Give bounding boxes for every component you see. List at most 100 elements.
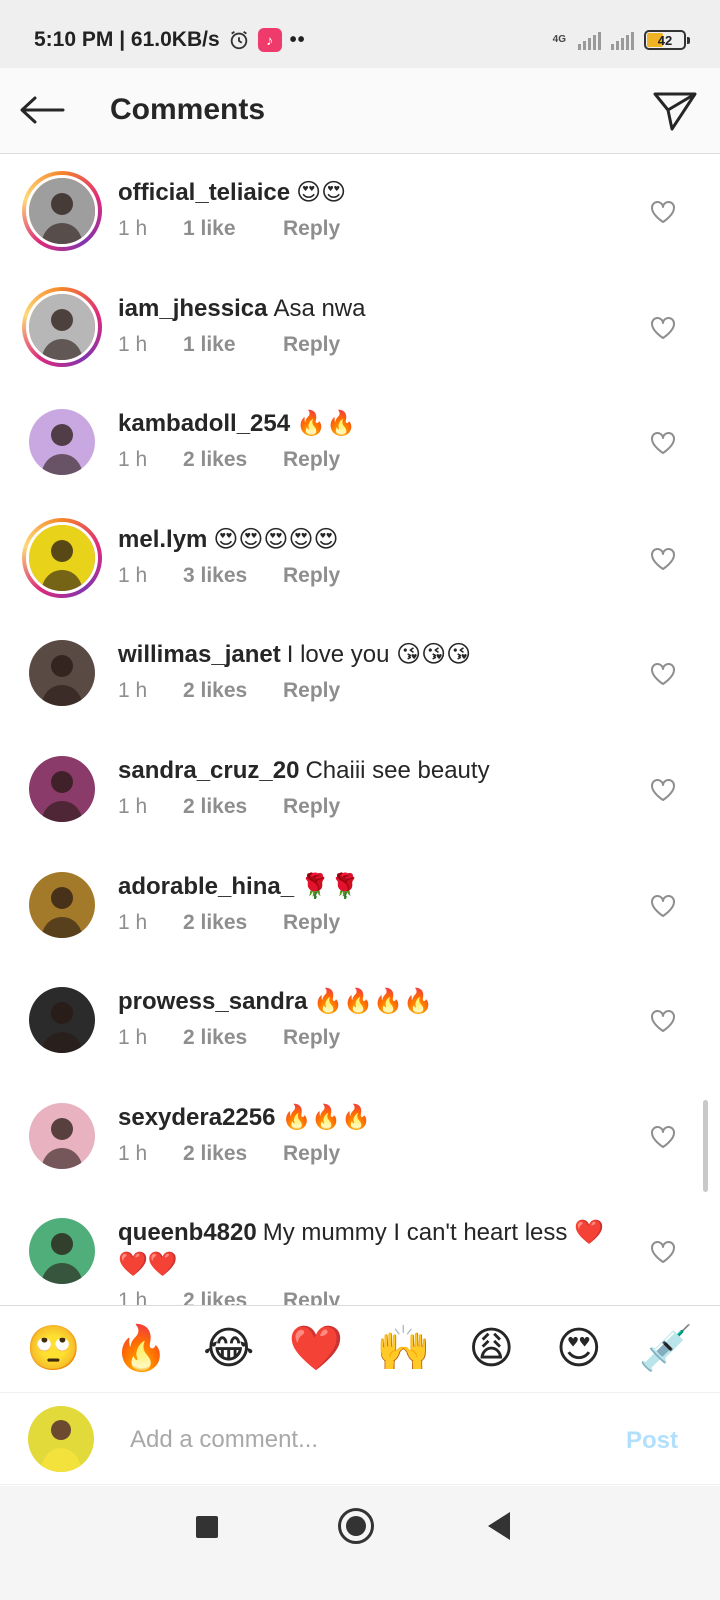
comment-likes[interactable]: 2 likes <box>183 795 283 819</box>
quick-emoji-button[interactable]: 😍 <box>546 1319 612 1379</box>
heart-icon <box>651 779 675 801</box>
comment-time: 1 h <box>118 332 148 356</box>
system-back-icon[interactable] <box>488 1512 510 1540</box>
back-button[interactable] <box>18 88 66 132</box>
comment-username[interactable]: queenb4820 <box>118 1219 257 1246</box>
avatar-story-ring[interactable] <box>22 980 102 1060</box>
comment-text: Chaiii see beauty <box>305 757 490 784</box>
avatar-story-ring[interactable] <box>22 517 102 598</box>
comment-username[interactable]: kambadoll_254 <box>118 410 290 437</box>
comment-likes[interactable]: 2 likes <box>183 1142 283 1166</box>
reply-button[interactable]: Reply <box>283 1289 340 1305</box>
quick-emoji-button[interactable]: 💉 <box>633 1319 699 1379</box>
comment-username[interactable]: willimas_janet <box>118 641 281 668</box>
reply-button[interactable]: Reply <box>283 911 340 935</box>
avatar-story-ring[interactable] <box>22 633 102 713</box>
reply-button[interactable]: Reply <box>283 333 340 357</box>
comment-username[interactable]: sandra_cruz_20 <box>118 757 299 784</box>
comment-body: sandra_cruz_20 Chaiii see beauty 1 h 2 li… <box>118 755 618 819</box>
comment-line: iam_jhessica Asa nwa <box>118 293 618 325</box>
comment-row[interactable]: queenb4820 My mummy I can't heart less ❤️… <box>0 1195 720 1305</box>
comment-username[interactable]: adorable_hina_ <box>118 873 294 900</box>
comment-username[interactable]: sexydera2256 <box>118 1104 275 1131</box>
avatar[interactable] <box>29 871 95 938</box>
comment-row[interactable]: willimas_janet I love you 😘😘😘 1 h 2 likes… <box>0 617 720 733</box>
post-button[interactable]: Post <box>626 1427 678 1455</box>
like-comment-button[interactable] <box>648 544 678 574</box>
reply-button[interactable]: Reply <box>283 564 340 588</box>
avatar[interactable] <box>29 1102 95 1169</box>
direct-send-button[interactable] <box>650 86 700 136</box>
comment-likes[interactable]: 2 likes <box>183 679 283 703</box>
quick-emoji-button[interactable]: ❤️ <box>283 1319 349 1379</box>
comment-text: 🔥🔥 <box>296 410 356 438</box>
comment-row[interactable]: adorable_hina_ 🌹🌹 1 h 2 likes Reply <box>0 849 720 965</box>
comment-likes[interactable]: 1 like <box>183 333 283 357</box>
comment-username[interactable]: official_teliaice <box>118 179 290 206</box>
like-comment-button[interactable] <box>648 891 678 921</box>
page-title: Comments <box>110 93 266 126</box>
avatar-story-ring[interactable] <box>22 171 102 251</box>
comment-meta: 1 h 2 likes Reply <box>118 448 618 472</box>
reply-button[interactable]: Reply <box>283 448 340 472</box>
comment-row[interactable]: sandra_cruz_20 Chaiii see beauty 1 h 2 li… <box>0 733 720 849</box>
status-right: 4G 42 <box>553 30 690 50</box>
comment-row[interactable]: kambadoll_254 🔥🔥 1 h 2 likes Reply <box>0 386 720 502</box>
quick-emoji-button[interactable]: 🙌 <box>371 1319 437 1379</box>
reply-button[interactable]: Reply <box>283 795 340 819</box>
comment-input[interactable] <box>130 1419 590 1461</box>
quick-emoji-button[interactable]: 😩 <box>458 1319 524 1379</box>
avatar[interactable] <box>26 521 98 594</box>
like-comment-button[interactable] <box>648 1237 678 1267</box>
comment-time: 1 h <box>118 1026 148 1050</box>
comment-likes[interactable]: 3 likes <box>183 564 283 588</box>
comment-row[interactable]: sexydera2256 🔥🔥🔥 1 h 2 likes Reply <box>0 1080 720 1196</box>
avatar[interactable] <box>29 1218 95 1285</box>
avatar[interactable] <box>29 640 95 707</box>
like-comment-button[interactable] <box>648 313 678 343</box>
comment-likes[interactable]: 2 likes <box>183 911 283 935</box>
comment-username[interactable]: mel.lym <box>118 526 207 553</box>
reply-button[interactable]: Reply <box>283 1026 340 1050</box>
avatar-story-ring[interactable] <box>22 402 102 482</box>
like-comment-button[interactable] <box>648 428 678 458</box>
comments-list[interactable]: official_teliaice 😍😍 1 h 1 like Reply ia… <box>0 155 720 1305</box>
comment-row[interactable]: official_teliaice 😍😍 1 h 1 like Reply <box>0 155 720 271</box>
avatar[interactable] <box>29 756 95 822</box>
signal-strength-icon-2 <box>611 30 634 50</box>
comment-row[interactable]: prowess_sandra 🔥🔥🔥🔥 1 h 2 likes Reply <box>0 964 720 1080</box>
comment-likes[interactable]: 2 likes <box>183 448 283 472</box>
like-comment-button[interactable] <box>648 659 678 689</box>
avatar[interactable] <box>29 409 95 476</box>
quick-emoji-button[interactable]: 😂 <box>196 1319 262 1379</box>
comment-username[interactable]: prowess_sandra <box>118 988 307 1015</box>
comment-username[interactable]: iam_jhessica <box>118 295 267 322</box>
like-comment-button[interactable] <box>648 775 678 805</box>
avatar[interactable] <box>26 175 98 247</box>
avatar-story-ring[interactable] <box>22 1096 102 1176</box>
home-icon[interactable] <box>338 1508 374 1544</box>
recent-apps-icon[interactable] <box>196 1516 218 1538</box>
quick-emoji-button[interactable]: 🔥 <box>108 1319 174 1379</box>
comment-row[interactable]: iam_jhessica Asa nwa 1 h 1 like Reply <box>0 271 720 387</box>
comment-body: willimas_janet I love you 😘😘😘 1 h 2 likes… <box>118 639 618 703</box>
avatar-story-ring[interactable] <box>22 749 102 829</box>
avatar[interactable] <box>26 290 98 363</box>
avatar-story-ring[interactable] <box>22 286 102 367</box>
reply-button[interactable]: Reply <box>283 217 340 241</box>
quick-emoji-button[interactable]: 🙄 <box>21 1319 87 1379</box>
reply-button[interactable]: Reply <box>283 1142 340 1166</box>
like-comment-button[interactable] <box>648 197 678 227</box>
comment-likes[interactable]: 2 likes <box>183 1026 283 1050</box>
comment-text: I love you 😘😘😘 <box>286 641 472 669</box>
comment-likes[interactable]: 2 likes <box>183 1289 283 1305</box>
comment-likes[interactable]: 1 like <box>183 217 283 241</box>
like-comment-button[interactable] <box>648 1006 678 1036</box>
scrollbar[interactable] <box>703 1100 708 1192</box>
avatar-story-ring[interactable] <box>22 865 102 945</box>
comment-row[interactable]: mel.lym 😍😍😍😍😍 1 h 3 likes Reply <box>0 502 720 618</box>
avatar[interactable] <box>29 987 95 1054</box>
like-comment-button[interactable] <box>648 1122 678 1152</box>
reply-button[interactable]: Reply <box>283 679 340 703</box>
avatar-story-ring[interactable] <box>22 1211 102 1291</box>
